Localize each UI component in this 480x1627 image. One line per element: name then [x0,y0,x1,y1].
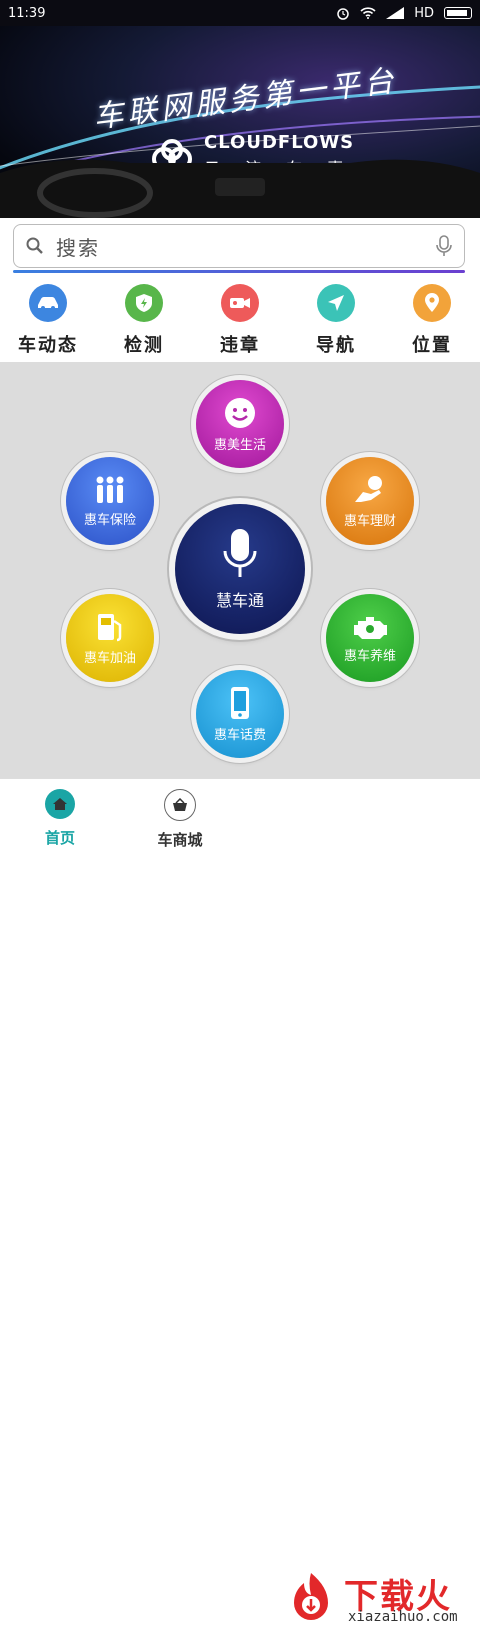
tab-home[interactable]: 首页 [20,789,100,848]
smiley-icon [225,397,255,428]
search-accent-line [13,270,465,273]
service-fuel[interactable]: 惠车加油 [66,594,154,682]
network-label: HD [414,5,434,21]
home-icon [45,789,75,819]
service-label: 惠车保险 [83,512,136,528]
car-dashboard-graphic [0,159,480,218]
alarm-icon [337,8,349,20]
service-finance[interactable]: 惠车理财 [326,457,414,545]
phone-icon [231,686,249,719]
basket-icon [164,789,196,821]
quick-action-location[interactable]: 位置 [387,278,477,362]
service-life[interactable]: 惠美生活 [196,380,284,468]
people-icon [96,476,124,503]
quick-actions: 车动态 检测 违章 导航 位置 [0,278,480,362]
service-maintenance[interactable]: 惠车养维 [326,594,414,682]
navigation-arrow-icon [317,284,355,322]
quick-action-label: 位置 [412,335,452,356]
service-label: 惠车养维 [343,648,396,664]
quick-action-label: 违章 [220,335,260,356]
quick-action-violation[interactable]: 违章 [195,278,285,362]
flame-logo-icon [294,1573,328,1620]
service-label: 惠车话费 [213,727,266,743]
service-main-voice[interactable]: 慧车通 [175,504,305,634]
tab-label: 车商城 [157,831,203,849]
service-main-label: 慧车通 [215,591,264,610]
service-phone-bill[interactable]: 惠车话费 [196,670,284,758]
promo-banner[interactable]: 车联网服务第一平台 CLOUDFLOWS 云 流 车 惠 [0,26,480,218]
service-label: 惠美生活 [213,437,266,453]
camera-icon [221,284,259,322]
battery-icon [444,7,472,19]
status-icons: HD [336,6,472,21]
quick-action-navigation[interactable]: 导航 [291,278,381,362]
quick-action-car-status[interactable]: 车动态 [3,278,93,362]
bottom-tab-bar: 首页 车商城 下载火 xiazaihuo.com [0,778,480,1625]
watermark: 下载火 xiazaihuo.com [282,1569,472,1627]
hand-coin-icon [355,475,382,502]
status-time: 11:39 [8,5,46,21]
microphone-icon[interactable] [436,235,452,257]
quick-action-inspect[interactable]: 检测 [99,278,189,362]
car-icon [29,284,67,322]
search-input[interactable]: 搜索 [56,232,436,261]
service-insurance[interactable]: 惠车保险 [66,457,154,545]
wifi-icon [360,7,376,19]
search-bar[interactable]: 搜索 [13,224,465,268]
location-pin-icon [413,284,451,322]
tab-car-mall[interactable]: 车商城 [140,789,220,850]
shield-check-icon [125,284,163,322]
service-label: 惠车加油 [83,650,136,666]
quick-action-label: 导航 [316,335,356,356]
quick-action-label: 检测 [124,335,164,356]
fuel-pump-icon [98,613,122,641]
microphone-icon [223,529,257,577]
watermark-url: xiazaihuo.com [348,1609,458,1625]
status-bar: 11:39 HD [0,0,480,26]
search-icon [26,237,43,254]
engine-icon [354,616,387,639]
service-label: 惠车理财 [343,513,396,529]
signal-icon [386,7,405,19]
quick-action-label: 车动态 [18,335,78,356]
tab-label: 首页 [44,829,75,847]
service-hub: 惠美生活 惠车保险 惠车理财 慧车通 惠车加油 惠车养维 惠车话费 [0,362,480,778]
